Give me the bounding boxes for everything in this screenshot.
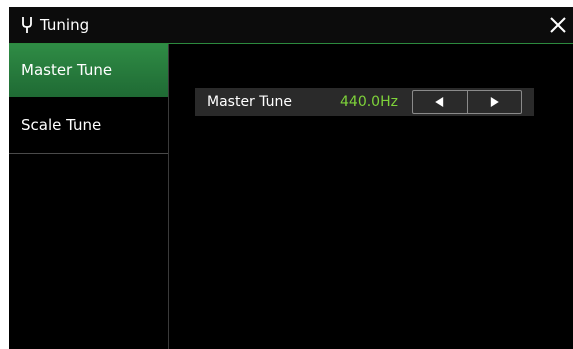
sidebar-item-master-tune[interactable]: Master Tune (9, 44, 168, 97)
master-tune-value[interactable]: 440.0Hz (340, 92, 398, 112)
sidebar-item-scale-tune[interactable]: Scale Tune (9, 99, 168, 154)
master-tune-row: Master Tune 440.0Hz (195, 88, 534, 116)
master-tune-stepper (412, 90, 522, 114)
increment-button[interactable] (468, 91, 522, 113)
close-icon[interactable] (547, 14, 569, 36)
decrement-button[interactable] (413, 91, 468, 113)
tuning-screen: Tuning Master Tune Scale Tune Master Tun… (9, 7, 573, 349)
sidebar: Master Tune Scale Tune (9, 44, 169, 349)
title-bar: Tuning (9, 7, 573, 44)
triangle-left-icon (434, 97, 443, 107)
window-title: Tuning (40, 16, 90, 34)
sidebar-item-label: Master Tune (21, 61, 113, 79)
tuning-fork-icon (21, 16, 33, 34)
sidebar-item-label: Scale Tune (21, 116, 102, 134)
master-tune-label: Master Tune (207, 94, 293, 110)
triangle-right-icon (491, 97, 500, 107)
